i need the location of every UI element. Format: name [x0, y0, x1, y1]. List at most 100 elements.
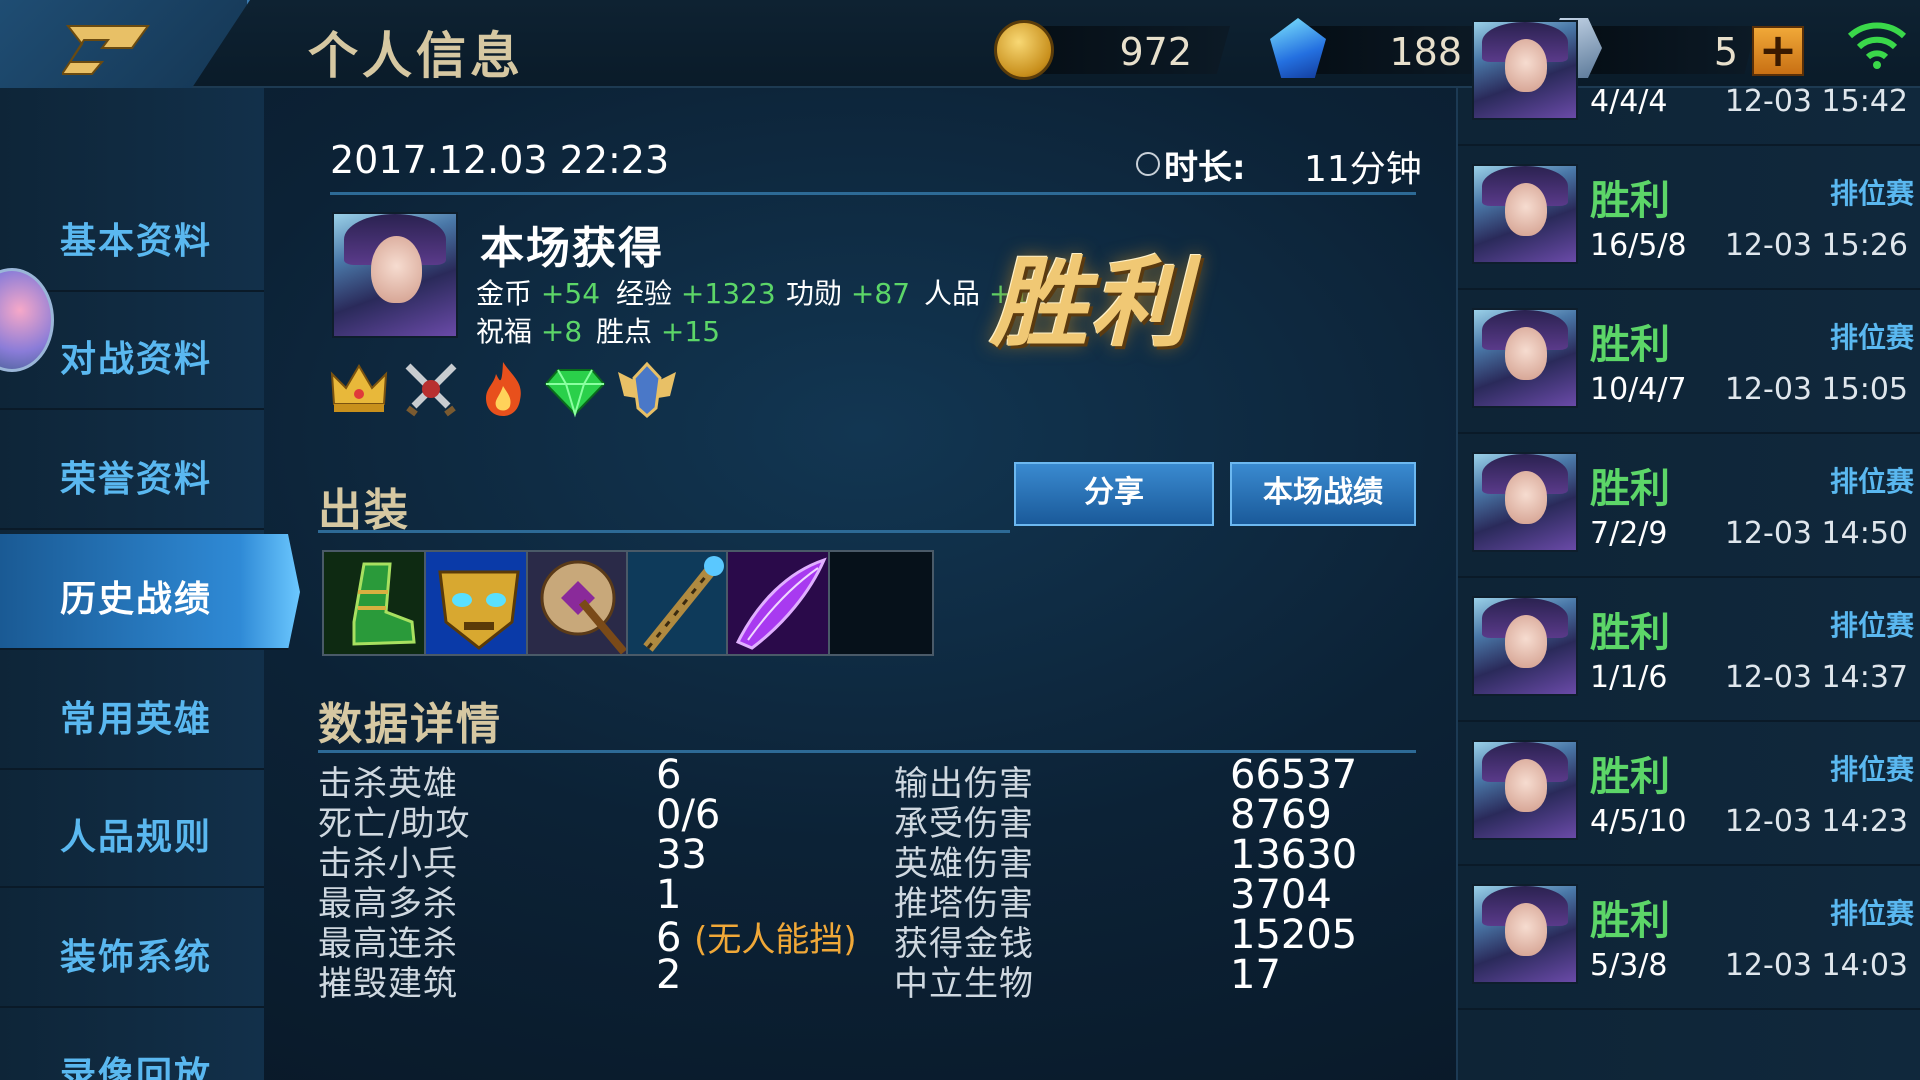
history-row[interactable]: 胜利 排位赛 10/4/7 12-03 15:05	[1458, 290, 1920, 434]
history-time: 12-03 14:23	[1724, 804, 1908, 839]
gain-gold: 金币 +54	[476, 277, 601, 310]
history-row[interactable]: 胜利 排位赛 4/5/10 12-03 14:23	[1458, 722, 1920, 866]
history-result: 胜利	[1590, 898, 1670, 944]
match-history-list: 4/4/4 12-03 15:42 胜利 排位赛 16/5/8 12-03 15…	[1456, 20, 1920, 1080]
back-arrow-icon	[62, 25, 150, 75]
golden-mask-icon	[426, 552, 528, 654]
history-kda: 7/2/9	[1590, 516, 1668, 551]
sidebar-item-honor-info[interactable]: 荣誉资料	[0, 414, 264, 530]
history-mode: 排位赛	[1829, 321, 1914, 354]
sidebar: 基本资料 对战资料 荣誉资料 历史战绩 常用英雄 人品规则 装饰系统 录像回放	[0, 88, 300, 1080]
history-time: 12-03 15:26	[1724, 228, 1908, 263]
history-row[interactable]: 胜利 排位赛 5/3/8 12-03 14:03	[1458, 866, 1920, 1010]
history-time: 12-03 15:05	[1724, 372, 1908, 407]
purple-blade-icon	[728, 552, 830, 654]
fire-icon	[486, 362, 521, 416]
gold-value: 972	[1119, 30, 1192, 74]
item-slot-6-empty[interactable]	[828, 550, 934, 656]
page-title: 个人信息	[308, 27, 524, 85]
gains-title: 本场获得	[480, 223, 664, 274]
history-kda: 4/5/10	[1590, 804, 1687, 839]
history-row[interactable]: 胜利 排位赛 1/1/6 12-03 14:37	[1458, 578, 1920, 722]
sidebar-item-credit-rules[interactable]: 人品规则	[0, 772, 264, 888]
history-kda: 1/1/6	[1590, 660, 1668, 695]
hero-portrait	[1472, 20, 1578, 120]
duration-value: 11分钟	[1304, 149, 1422, 190]
history-mode: 排位赛	[1829, 609, 1914, 642]
item-slot-4[interactable]	[626, 550, 732, 656]
sidebar-item-replay[interactable]: 录像回放	[0, 1010, 264, 1080]
hero-portrait	[1472, 164, 1578, 264]
sidebar-item-label: 录像回放	[60, 1055, 213, 1080]
history-mode: 排位赛	[1829, 897, 1914, 930]
game-screen: 个人信息 972 188 5 + 基本资料 对战资料 荣誉资料 历史战绩 常用英…	[0, 0, 1920, 1080]
divider	[318, 530, 1010, 533]
gain-exp: 经验 +1323	[616, 277, 776, 310]
stat-value: 17	[1230, 952, 1281, 998]
gain-win-points: 胜点 +15	[596, 315, 721, 348]
hero-portrait	[1472, 452, 1578, 552]
sidebar-item-label: 常用英雄	[60, 699, 213, 740]
match-datetime: 2017.12.03 22:23	[330, 138, 670, 182]
sidebar-item-common-heroes[interactable]: 常用英雄	[0, 654, 264, 770]
history-result: 胜利	[1590, 466, 1670, 512]
hero-portrait	[332, 212, 458, 338]
sidebar-item-decoration[interactable]: 装饰系统	[0, 892, 264, 1008]
item-slot-3[interactable]	[526, 550, 632, 656]
match-detail-panel: 2017.12.03 22:23 时长: 11分钟 本场获得 金币 +54 经验…	[264, 88, 1454, 1080]
item-slot-1[interactable]	[322, 550, 428, 656]
divider	[330, 192, 1416, 195]
item-slot-5[interactable]	[726, 550, 832, 656]
hero-portrait	[1472, 596, 1578, 696]
history-result: 胜利	[1590, 754, 1670, 800]
hero-portrait	[1472, 308, 1578, 408]
history-mode: 排位赛	[1829, 465, 1914, 498]
history-result: 胜利	[1590, 178, 1670, 224]
sidebar-item-label: 人品规则	[60, 817, 213, 858]
history-time: 12-03 14:50	[1724, 516, 1908, 551]
sidebar-item-label: 对战资料	[60, 339, 213, 380]
history-time: 12-03 15:42	[1724, 84, 1908, 119]
sidebar-item-label: 历史战绩	[60, 579, 213, 620]
sidebar-item-label: 荣誉资料	[60, 459, 213, 500]
history-kda: 4/4/4	[1590, 84, 1668, 119]
sidebar-item-basic-info[interactable]: 基本资料	[0, 176, 264, 292]
stat-value: 6 (无人能挡)	[656, 915, 857, 961]
crossed-swords-icon	[405, 363, 457, 417]
staff-icon	[628, 552, 730, 654]
diamond-value: 188	[1389, 30, 1462, 74]
history-time: 12-03 14:03	[1724, 948, 1908, 983]
item-slot-2[interactable]	[424, 550, 530, 656]
hero-portrait	[1472, 884, 1578, 984]
sidebar-item-label: 基本资料	[60, 221, 213, 262]
stat-label: 摧毁建筑	[318, 964, 458, 1004]
match-stats-button[interactable]: 本场战绩	[1230, 462, 1416, 526]
clock-icon	[1136, 152, 1160, 176]
history-kda: 5/3/8	[1590, 948, 1668, 983]
stat-value: 2	[656, 952, 682, 998]
duration-label: 时长:	[1164, 148, 1246, 188]
history-mode: 排位赛	[1829, 753, 1914, 786]
history-result: 胜利	[1590, 322, 1670, 368]
winged-emblem-icon	[618, 361, 676, 419]
gain-merit: 功勋 +87	[786, 277, 911, 310]
history-row[interactable]: 胜利 排位赛 7/2/9 12-03 14:50	[1458, 434, 1920, 578]
emerald-icon	[544, 369, 606, 418]
boots-icon	[324, 552, 426, 654]
history-result: 胜利	[1590, 610, 1670, 656]
gold-coin-icon	[994, 20, 1054, 80]
stat-label: 中立生物	[894, 964, 1034, 1004]
crown-icon	[330, 364, 388, 412]
history-kda: 10/4/7	[1590, 372, 1687, 407]
axe-icon	[528, 552, 630, 654]
sidebar-item-label: 装饰系统	[60, 937, 213, 978]
history-kda: 16/5/8	[1590, 228, 1687, 263]
sidebar-item-match-history[interactable]: 历史战绩	[0, 534, 300, 650]
streak-tag: (无人能挡)	[694, 920, 857, 960]
history-row[interactable]: 4/4/4 12-03 15:42	[1458, 2, 1920, 146]
history-row[interactable]: 胜利 排位赛 16/5/8 12-03 15:26	[1458, 146, 1920, 290]
hero-portrait	[1472, 740, 1578, 840]
history-mode: 排位赛	[1829, 177, 1914, 210]
build-title: 出装	[318, 485, 410, 536]
share-button[interactable]: 分享	[1014, 462, 1214, 526]
